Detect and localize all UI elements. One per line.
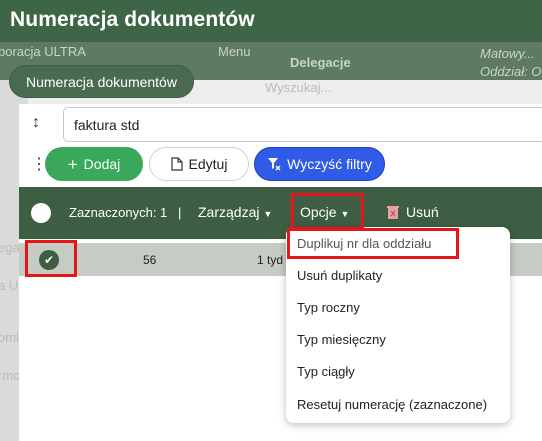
document-icon bbox=[170, 157, 183, 171]
modal-title: Numeracja dokumentów bbox=[10, 8, 255, 31]
delete-button[interactable]: Usuń bbox=[386, 204, 439, 220]
clear-filters-button[interactable]: Wyczyść filtry bbox=[254, 147, 385, 181]
edit-button[interactable]: Edytuj bbox=[149, 147, 249, 181]
caret-down-icon: ▼ bbox=[263, 209, 273, 219]
background-menu-label: Menu bbox=[218, 44, 251, 59]
highlight-duplicate-item bbox=[287, 228, 459, 259]
toolbar-separator: | bbox=[178, 205, 182, 220]
background-search-hint: Wyszukaj... bbox=[265, 80, 332, 95]
background-side-label-1: ega bbox=[0, 240, 20, 255]
menu-item-type-continuous[interactable]: Typ ciągły bbox=[297, 364, 355, 379]
menu-item-reset-numbering[interactable]: Resetuj numerację (zaznaczone) bbox=[297, 397, 487, 412]
background-delegacje-label: Delegacje bbox=[290, 55, 351, 70]
menu-item-type-monthly[interactable]: Typ miesięczny bbox=[297, 332, 386, 347]
manage-dropdown[interactable]: Zarządzaj ▼ bbox=[198, 204, 272, 220]
menu-item-type-yearly[interactable]: Typ roczny bbox=[297, 300, 360, 315]
background-right-top: Matowy... bbox=[480, 46, 535, 61]
filter-clear-icon bbox=[268, 158, 281, 171]
manage-label: Zarządzaj bbox=[198, 204, 260, 220]
clear-filters-label: Wyczyść filtry bbox=[287, 156, 372, 172]
table-cell: 56 bbox=[143, 253, 157, 267]
background-right-bottom: Oddział: O bbox=[480, 64, 542, 79]
delete-label: Usuń bbox=[406, 204, 439, 220]
search-input[interactable] bbox=[63, 107, 542, 142]
edit-button-label: Edytuj bbox=[188, 156, 228, 172]
sort-icon[interactable]: ↕ bbox=[32, 114, 40, 132]
background-side-label-2: a U bbox=[0, 278, 19, 293]
highlight-row-checkbox bbox=[25, 240, 77, 277]
add-button-label: Dodaj bbox=[83, 156, 121, 172]
highlight-options bbox=[291, 193, 364, 230]
table-cell: 1 tyd bbox=[257, 253, 284, 267]
trash-icon bbox=[387, 206, 399, 219]
add-button[interactable]: + Dodaj bbox=[45, 147, 143, 181]
tab-numeracja-dokumentow[interactable]: Numeracja dokumentów bbox=[9, 65, 194, 98]
background-company-label: boracja ULTRA bbox=[0, 44, 86, 59]
selected-count: Zaznaczonych: 1 bbox=[69, 205, 168, 220]
background-side-label-4: rmo bbox=[0, 368, 21, 383]
menu-item-remove-duplicates[interactable]: Usuń duplikaty bbox=[297, 268, 382, 283]
select-all-checkbox[interactable] bbox=[31, 203, 51, 223]
plus-icon: + bbox=[67, 154, 78, 174]
